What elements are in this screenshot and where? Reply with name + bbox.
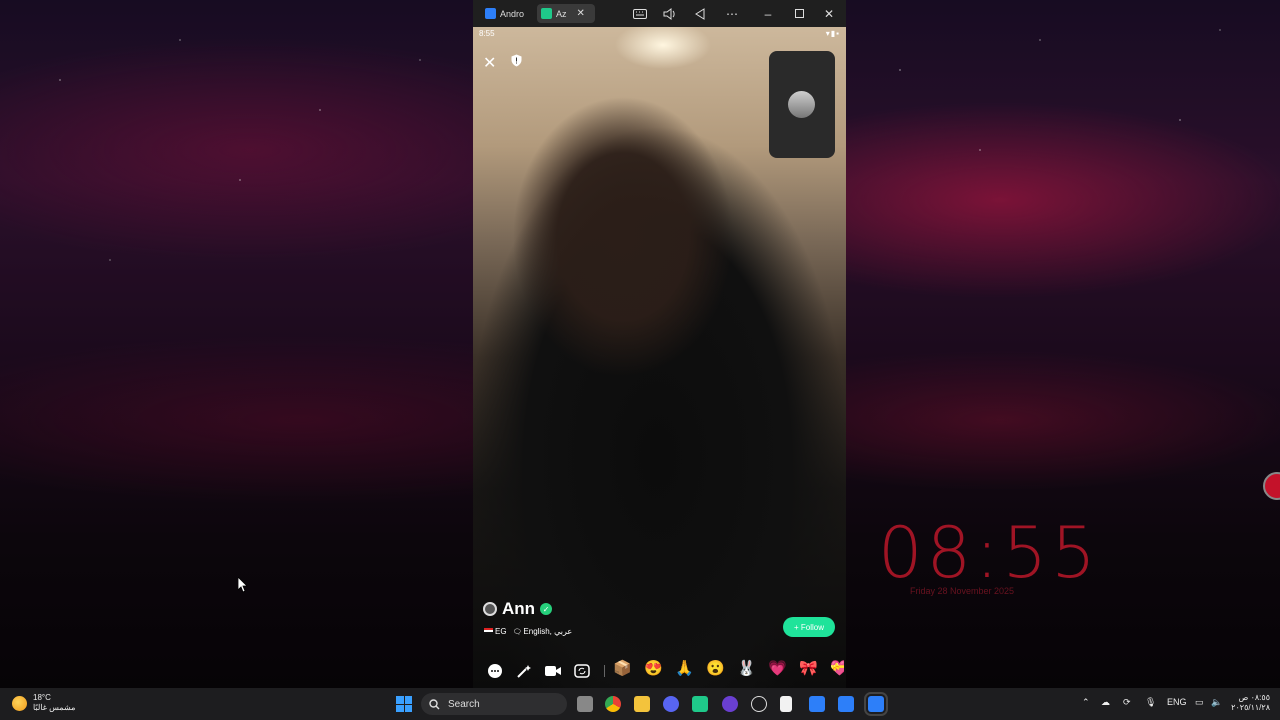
gift-item[interactable]: 😮 — [706, 659, 725, 679]
follow-button[interactable]: + Follow — [783, 617, 835, 637]
divider — [604, 665, 605, 677]
emulator-app-icon-2[interactable] — [838, 696, 854, 712]
language-indicator[interactable]: ENG — [1167, 697, 1187, 707]
gift-item[interactable]: 💝 — [830, 659, 844, 679]
gift-item[interactable]: 🙏 — [675, 659, 694, 679]
minimize-icon[interactable]: – — [758, 4, 778, 23]
gift-item[interactable]: 📦 — [613, 659, 632, 679]
chrome-icon[interactable] — [605, 696, 621, 712]
emulator-app-icon[interactable] — [809, 696, 825, 712]
tab-label: Andro — [500, 8, 525, 19]
tab-android-emulator[interactable]: Andro — [481, 4, 535, 23]
mouse-cursor-icon — [238, 577, 248, 593]
emulator-window: Andro Az ✕ ⋯ – ✕ 8:55 ▾▮▪ ✕ Ann ✓ EG 🗨 E… — [473, 0, 846, 688]
search-placeholder: Search — [448, 698, 480, 710]
search-box[interactable]: Search — [421, 693, 567, 715]
gift-item[interactable]: 🐰 — [737, 659, 756, 679]
windows-start-icon[interactable] — [396, 696, 412, 712]
gift-item[interactable]: 🎀 — [799, 659, 818, 679]
video-call-screen: 8:55 ▾▮▪ ✕ Ann ✓ EG 🗨 English, عربي + Fo… — [473, 27, 846, 688]
country-label: EG — [484, 627, 507, 636]
speaker-icon[interactable]: 🔈 — [1211, 697, 1222, 708]
more-options-icon[interactable]: ⋯ — [722, 4, 742, 23]
close-tab-icon[interactable]: ✕ — [577, 8, 585, 19]
emulator-app-icon-active[interactable] — [864, 692, 888, 716]
gift-item[interactable]: 😍 — [644, 659, 663, 679]
desktop-clock-date: Friday 28 November 2025 — [910, 586, 1015, 596]
volume-icon[interactable] — [660, 4, 680, 23]
close-icon[interactable]: ✕ — [483, 53, 496, 73]
tab-label: Az — [556, 8, 567, 19]
magic-wand-icon[interactable] — [514, 661, 534, 681]
partner-name-row: Ann ✓ — [483, 599, 553, 619]
weather-sun-icon — [12, 695, 27, 711]
task-view-icon[interactable] — [577, 696, 593, 712]
desktop-clock-widget: 08:55 — [878, 512, 1100, 594]
language-label: 🗨 English, عربي — [512, 627, 573, 636]
weather-temp: 18°C — [33, 693, 51, 702]
android-emulator-icon — [485, 8, 496, 19]
status-icons: ▾▮▪ — [825, 29, 840, 38]
partner-name: Ann — [502, 599, 536, 618]
video-camera-icon[interactable] — [543, 661, 563, 681]
discord-icon[interactable] — [663, 696, 679, 712]
translate-icon: 🗨 — [512, 629, 524, 636]
verified-badge-icon: ✓ — [540, 603, 553, 615]
weather-widget[interactable]: 18°C مشمس غالبًا — [12, 693, 75, 713]
self-view-avatar — [788, 91, 815, 118]
tab-azar[interactable]: Az ✕ — [537, 4, 595, 23]
search-icon — [429, 698, 440, 709]
github-icon[interactable] — [751, 696, 767, 712]
file-explorer-icon[interactable] — [634, 696, 650, 712]
emulator-title-bar: Andro Az ✕ ⋯ – ✕ — [473, 0, 846, 27]
egypt-flag-icon — [484, 628, 493, 634]
sync-icon[interactable]: ⟳ — [1123, 697, 1131, 708]
desktop-side-app-icon[interactable] — [1263, 472, 1280, 500]
close-window-icon[interactable]: ✕ — [819, 4, 839, 23]
network-icon[interactable]: ▭ — [1195, 697, 1204, 708]
document-icon[interactable] — [780, 696, 792, 712]
taskbar-date: ٢٠٢٥/١١/٢٨ — [1231, 703, 1270, 712]
maximize-icon[interactable] — [789, 4, 809, 23]
microphone-icon[interactable]: 🎙 — [1145, 697, 1156, 708]
avatar[interactable] — [483, 602, 497, 616]
status-time: 8:55 — [479, 29, 495, 38]
shield-icon[interactable] — [511, 54, 522, 67]
weather-desc: مشمس غالبًا — [33, 703, 76, 712]
self-view-thumbnail[interactable] — [769, 51, 835, 158]
keyboard-icon[interactable] — [630, 4, 650, 23]
azar-taskbar-icon[interactable] — [692, 696, 708, 712]
azar-app-icon — [541, 8, 552, 19]
partner-meta: EG 🗨 English, عربي — [484, 627, 572, 636]
cloud-icon[interactable]: ☁ — [1101, 697, 1110, 708]
gift-item[interactable]: 💗 — [768, 659, 787, 679]
taskbar-clock[interactable]: ٠٨:٥٥ ص ٢٠٢٥/١١/٢٨ — [1228, 693, 1270, 713]
chevron-up-icon[interactable]: ⌃ — [1082, 697, 1090, 708]
taskbar-time: ٠٨:٥٥ ص — [1238, 693, 1270, 702]
chat-icon[interactable] — [485, 661, 505, 681]
game-app-icon[interactable] — [722, 696, 738, 712]
back-icon[interactable] — [690, 4, 710, 23]
switch-camera-icon[interactable] — [572, 661, 592, 681]
taskbar: 18°C مشمس غالبًا Search ⌃ ☁ ⟳ 🎙 ENG ▭ 🔈 … — [0, 688, 1280, 720]
